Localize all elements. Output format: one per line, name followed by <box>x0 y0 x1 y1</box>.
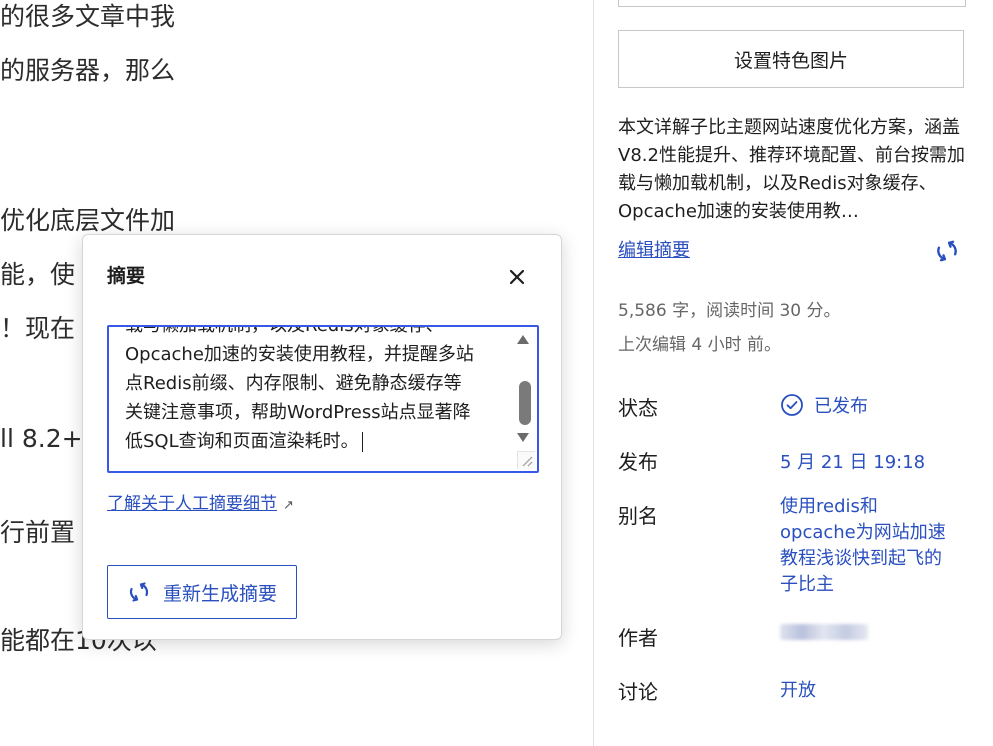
excerpt-preview: 本文详解子比主题网站速度优化方案，涵盖V8.2性能提升、推荐环境配置、前台按需加… <box>618 117 965 222</box>
editor-line: 的服务器，那么 <box>0 56 176 85</box>
publish-label: 发布 <box>618 450 658 474</box>
publish-date-value[interactable]: 5 月 21 日 19:18 <box>780 448 925 474</box>
excerpt-textarea[interactable]: 载与懒加载机制，以及Redis对象缓存、 Opcache加速的安装使用教程，并提… <box>107 325 539 473</box>
text-caret <box>361 432 363 452</box>
editor-line: 能，使 <box>0 260 76 289</box>
textarea-line: 低SQL查询和页面渲染耗时。 <box>125 427 497 456</box>
regenerate-label: 重新生成摘要 <box>162 582 277 605</box>
discussion-label: 讨论 <box>618 680 658 704</box>
regenerate-icon[interactable] <box>934 238 960 264</box>
textarea-line: Opcache加速的安装使用教程，并提醒多站 <box>125 344 474 365</box>
last-edited: 上次编辑 4 小时 前。 <box>618 335 782 355</box>
post-settings-sidebar: 设置特色图片 本文详解子比主题网站速度优化方案，涵盖V8.2性能提升、推荐环境配… <box>593 0 993 746</box>
status-value[interactable]: 已发布 <box>780 392 868 418</box>
editor-line: 优化底层文件加 <box>0 206 176 235</box>
textarea-line: 点Redis前缀、内存限制、避免静态缓存等 <box>125 373 462 394</box>
regenerate-icon <box>129 582 149 602</box>
editor-line: 行前置 <box>0 518 76 547</box>
popover-title: 摘要 <box>107 265 146 287</box>
close-icon[interactable] <box>507 267 527 287</box>
word-count: 5,586 字，阅读时间 30 分。 <box>618 301 841 321</box>
textarea-line: 载与懒加载机制，以及Redis对象缓存、 <box>125 325 444 336</box>
learn-more-link[interactable]: 了解关于人工摘要细节 ↗ <box>107 489 294 514</box>
check-circle-icon <box>781 394 803 416</box>
status-text: 已发布 <box>814 396 868 417</box>
discussion-value[interactable]: 开放 <box>780 676 816 702</box>
set-featured-image-button[interactable]: 设置特色图片 <box>618 30 964 88</box>
excerpt-popover: 摘要 载与懒加载机制，以及Redis对象缓存、 Opcache加速的安装使用教程… <box>82 234 562 640</box>
scrollbar-thumb[interactable] <box>519 381 531 425</box>
learn-more-text: 了解关于人工摘要细节 <box>107 494 277 514</box>
editor-line: ！现在 <box>0 314 76 343</box>
scroll-down-arrow-icon[interactable] <box>517 433 529 442</box>
slug-value[interactable]: 使用redis和opcache为网站加速教程浅谈快到起飞的子比主 <box>780 494 950 598</box>
editor-line: ll 8.2+ <box>0 424 83 453</box>
textarea-last-line: 低SQL查询和页面渲染耗时。 <box>125 431 359 452</box>
resize-grip-icon <box>522 456 533 467</box>
featured-image-area <box>618 0 966 7</box>
author-value[interactable] <box>780 624 868 640</box>
edit-excerpt-link[interactable]: 编辑摘要 <box>618 236 690 262</box>
external-arrow-icon: ↗ <box>283 498 294 513</box>
status-label: 状态 <box>618 396 658 420</box>
author-label: 作者 <box>618 626 658 650</box>
excerpt-textarea-content: 载与懒加载机制，以及Redis对象缓存、 Opcache加速的安装使用教程，并提… <box>125 325 497 456</box>
scroll-up-arrow-icon[interactable] <box>517 335 529 344</box>
slug-label: 别名 <box>618 504 658 528</box>
resize-handle[interactable] <box>517 451 535 469</box>
textarea-line: 关键注意事项，帮助WordPress站点显著降 <box>125 402 471 423</box>
regenerate-excerpt-button[interactable]: 重新生成摘要 <box>107 565 297 619</box>
editor-line: 的很多文章中我 <box>0 2 176 31</box>
